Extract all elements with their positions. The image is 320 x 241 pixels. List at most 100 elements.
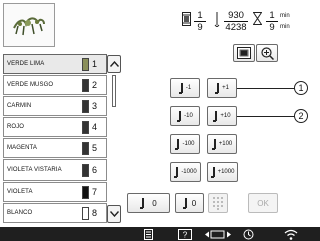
thread-swatch xyxy=(82,120,89,134)
frame-display-button[interactable] xyxy=(233,44,255,62)
current-stitch-count: 930 xyxy=(224,10,248,22)
thread-swatch xyxy=(82,141,89,155)
thread-name: VIOLETA VISTARIA xyxy=(7,166,62,173)
forward-100-stitches-button[interactable]: +100 xyxy=(207,134,237,154)
thread-number: 2 xyxy=(92,80,98,90)
total-stitch-count: 4238 xyxy=(225,22,247,33)
forward-1000-stitches-button[interactable]: +1000 xyxy=(207,162,238,182)
needle-icon xyxy=(214,12,220,27)
thread-row-7[interactable]: VIOLETA 7 xyxy=(3,182,107,202)
thread-swatch xyxy=(82,163,89,177)
help-icon[interactable]: ? xyxy=(178,228,192,240)
thread-name: VERDE LIMA xyxy=(7,60,45,67)
needle-icon xyxy=(175,138,181,150)
back-1-stitch-button[interactable]: -1 xyxy=(170,78,200,98)
thread-swatch xyxy=(82,99,89,113)
wifi-icon[interactable] xyxy=(284,228,298,240)
thread-row-3[interactable]: CARMIN 3 xyxy=(3,96,107,116)
thread-name: VIOLETA xyxy=(7,188,33,195)
go-to-beginning-button[interactable]: 0 xyxy=(127,193,170,213)
frame-move-icon[interactable] xyxy=(204,228,232,240)
svg-text:?: ? xyxy=(183,230,188,239)
scroll-up-button[interactable] xyxy=(107,55,121,73)
thread-number: 8 xyxy=(92,208,98,218)
forward-10-stitches-button[interactable]: +10 xyxy=(207,106,237,126)
total-color-count: 9 xyxy=(197,22,203,33)
zoom-button[interactable] xyxy=(256,44,278,62)
numeric-keypad-button[interactable] xyxy=(208,193,228,213)
back-1000-stitches-button[interactable]: -1000 xyxy=(170,162,201,182)
thread-name: BLANCO xyxy=(7,209,33,216)
thread-spool-icon xyxy=(182,12,191,26)
hourglass-icon xyxy=(253,12,262,25)
button-label: +1000 xyxy=(217,169,235,175)
keypad-icon xyxy=(213,197,223,210)
frame-icon xyxy=(237,47,251,59)
callout-2: 2 xyxy=(294,109,308,123)
thread-row-2[interactable]: VERDE MUSGO 2 xyxy=(3,75,107,95)
needle-icon xyxy=(174,166,180,178)
needle-icon xyxy=(140,197,146,209)
needle-icon xyxy=(211,138,218,150)
button-label: +100 xyxy=(218,141,233,147)
elapsed-time-value: 1 xyxy=(266,10,278,22)
back-10-stitches-button[interactable]: -10 xyxy=(170,106,200,126)
button-label: 0 xyxy=(191,198,197,208)
callout-line-1 xyxy=(237,88,295,89)
callout-1: 1 xyxy=(294,81,308,95)
magnifier-icon xyxy=(260,46,274,60)
button-label: -10 xyxy=(184,113,193,119)
go-to-end-button[interactable]: 0 xyxy=(175,193,204,213)
list-scrollbar[interactable] xyxy=(112,75,116,221)
back-100-stitches-button[interactable]: -100 xyxy=(170,134,200,154)
button-label: +10 xyxy=(220,113,231,119)
thread-row-5[interactable]: MAGENTA 5 xyxy=(3,138,107,158)
button-label: -1000 xyxy=(181,169,197,175)
chevron-up-icon xyxy=(109,61,119,67)
thread-color-list: VERDE LIMA 1 VERDE MUSGO 2 CARMIN 3 ROJO… xyxy=(3,54,107,227)
current-color-number: 1 xyxy=(194,10,206,22)
needle-icon xyxy=(210,166,217,178)
thread-number: 3 xyxy=(92,101,98,111)
button-label: +1 xyxy=(222,85,229,91)
thread-swatch xyxy=(82,185,89,199)
embroidery-stitch-navigation-screen: 1 9 930 4238 1 9 min min VERDE LIMA 1 VE… xyxy=(0,0,320,241)
button-label: 0 xyxy=(152,198,157,208)
needle-icon xyxy=(177,110,183,122)
total-time-unit: min xyxy=(280,24,290,30)
thread-row-8[interactable]: BLANCO 8 xyxy=(3,203,107,223)
document-icon[interactable] xyxy=(144,228,153,240)
total-time-value: 9 xyxy=(269,22,275,33)
thread-name: ROJO xyxy=(7,123,25,130)
needle-icon xyxy=(178,82,185,94)
ok-button[interactable]: OK xyxy=(248,193,278,213)
needle-icon xyxy=(213,110,219,122)
clock-icon[interactable] xyxy=(243,228,254,240)
button-label: -100 xyxy=(182,141,195,147)
thread-number: 4 xyxy=(92,122,98,132)
scroll-thumb[interactable] xyxy=(112,75,116,107)
thread-name: VERDE MUSGO xyxy=(7,81,54,88)
bottom-status-bar: ? xyxy=(0,227,320,241)
thread-name: MAGENTA xyxy=(7,144,37,151)
thread-number: 7 xyxy=(92,187,98,197)
thread-swatch xyxy=(82,57,89,71)
thread-name: CARMIN xyxy=(7,102,32,109)
thread-swatch xyxy=(82,206,89,220)
needle-icon xyxy=(182,197,189,209)
elapsed-time-unit: min xyxy=(280,13,290,19)
thread-row-6[interactable]: VIOLETA VISTARIA 6 xyxy=(3,159,107,181)
thread-row-4[interactable]: ROJO 4 xyxy=(3,117,107,137)
thread-row-1[interactable]: VERDE LIMA 1 xyxy=(3,54,107,74)
thread-number: 5 xyxy=(92,143,98,153)
pattern-preview xyxy=(3,3,55,47)
embroidery-pattern-icon xyxy=(13,17,45,36)
thread-number: 1 xyxy=(92,59,98,69)
thread-swatch xyxy=(82,78,89,92)
progress-info: 1 9 930 4238 1 9 min min xyxy=(180,8,320,42)
thread-number: 6 xyxy=(92,165,98,175)
ok-label: OK xyxy=(257,198,269,208)
scroll-down-button[interactable] xyxy=(107,205,121,223)
forward-1-stitch-button[interactable]: +1 xyxy=(207,78,237,98)
button-label: -1 xyxy=(185,85,192,91)
